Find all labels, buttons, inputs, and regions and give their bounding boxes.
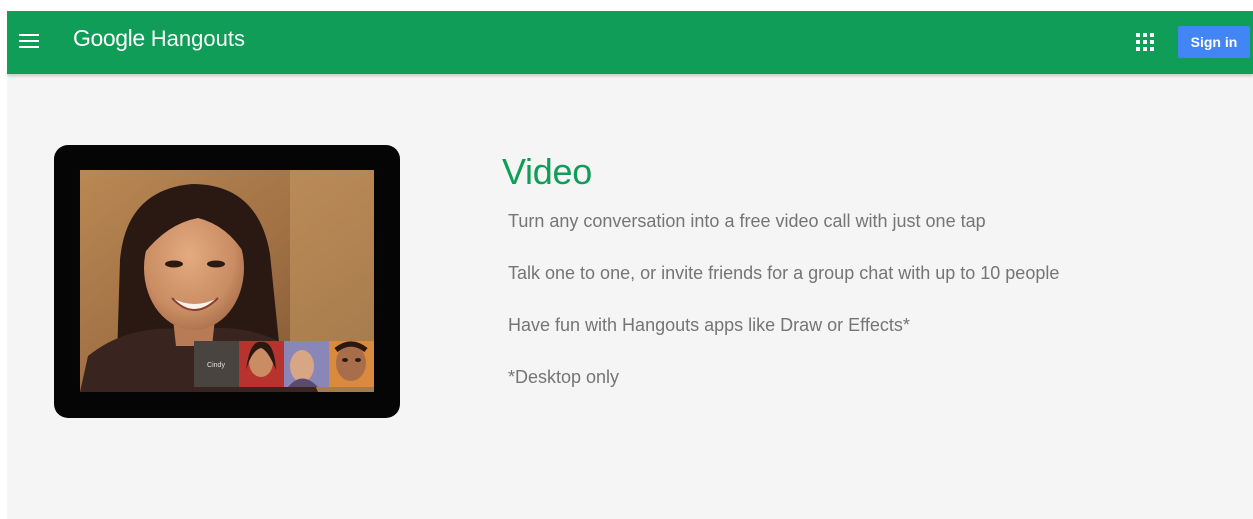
caller-name-label: Cindy xyxy=(207,362,225,369)
hamburger-menu-icon[interactable] xyxy=(16,28,42,54)
feature-line: Turn any conversation into a free video … xyxy=(508,211,986,231)
product-name: Hangouts xyxy=(150,26,245,51)
sign-in-button[interactable]: Sign in xyxy=(1178,26,1250,58)
feature-footnote: *Desktop only xyxy=(508,367,620,387)
section-title: Video xyxy=(502,151,592,192)
top-app-bar: Google Hangouts Sign in xyxy=(7,11,1253,74)
feature-line: Talk one to one, or invite friends for a… xyxy=(508,263,1060,283)
google-wordmark: Google xyxy=(73,25,145,51)
tablet-video-call-illustration: Cindy xyxy=(54,145,400,418)
hangouts-page: Google Hangouts Sign in Cindy Video Turn… xyxy=(7,11,1253,519)
video-call-preview: Cindy xyxy=(80,170,374,392)
feature-list: Turn any conversation into a free video … xyxy=(508,211,1222,419)
feature-line: Have fun with Hangouts apps like Draw or… xyxy=(508,315,910,335)
product-logo[interactable]: Google Hangouts xyxy=(73,25,245,57)
apps-grid-icon[interactable] xyxy=(1135,32,1155,52)
feature-section-video: Video Turn any conversation into a free … xyxy=(502,149,1222,419)
